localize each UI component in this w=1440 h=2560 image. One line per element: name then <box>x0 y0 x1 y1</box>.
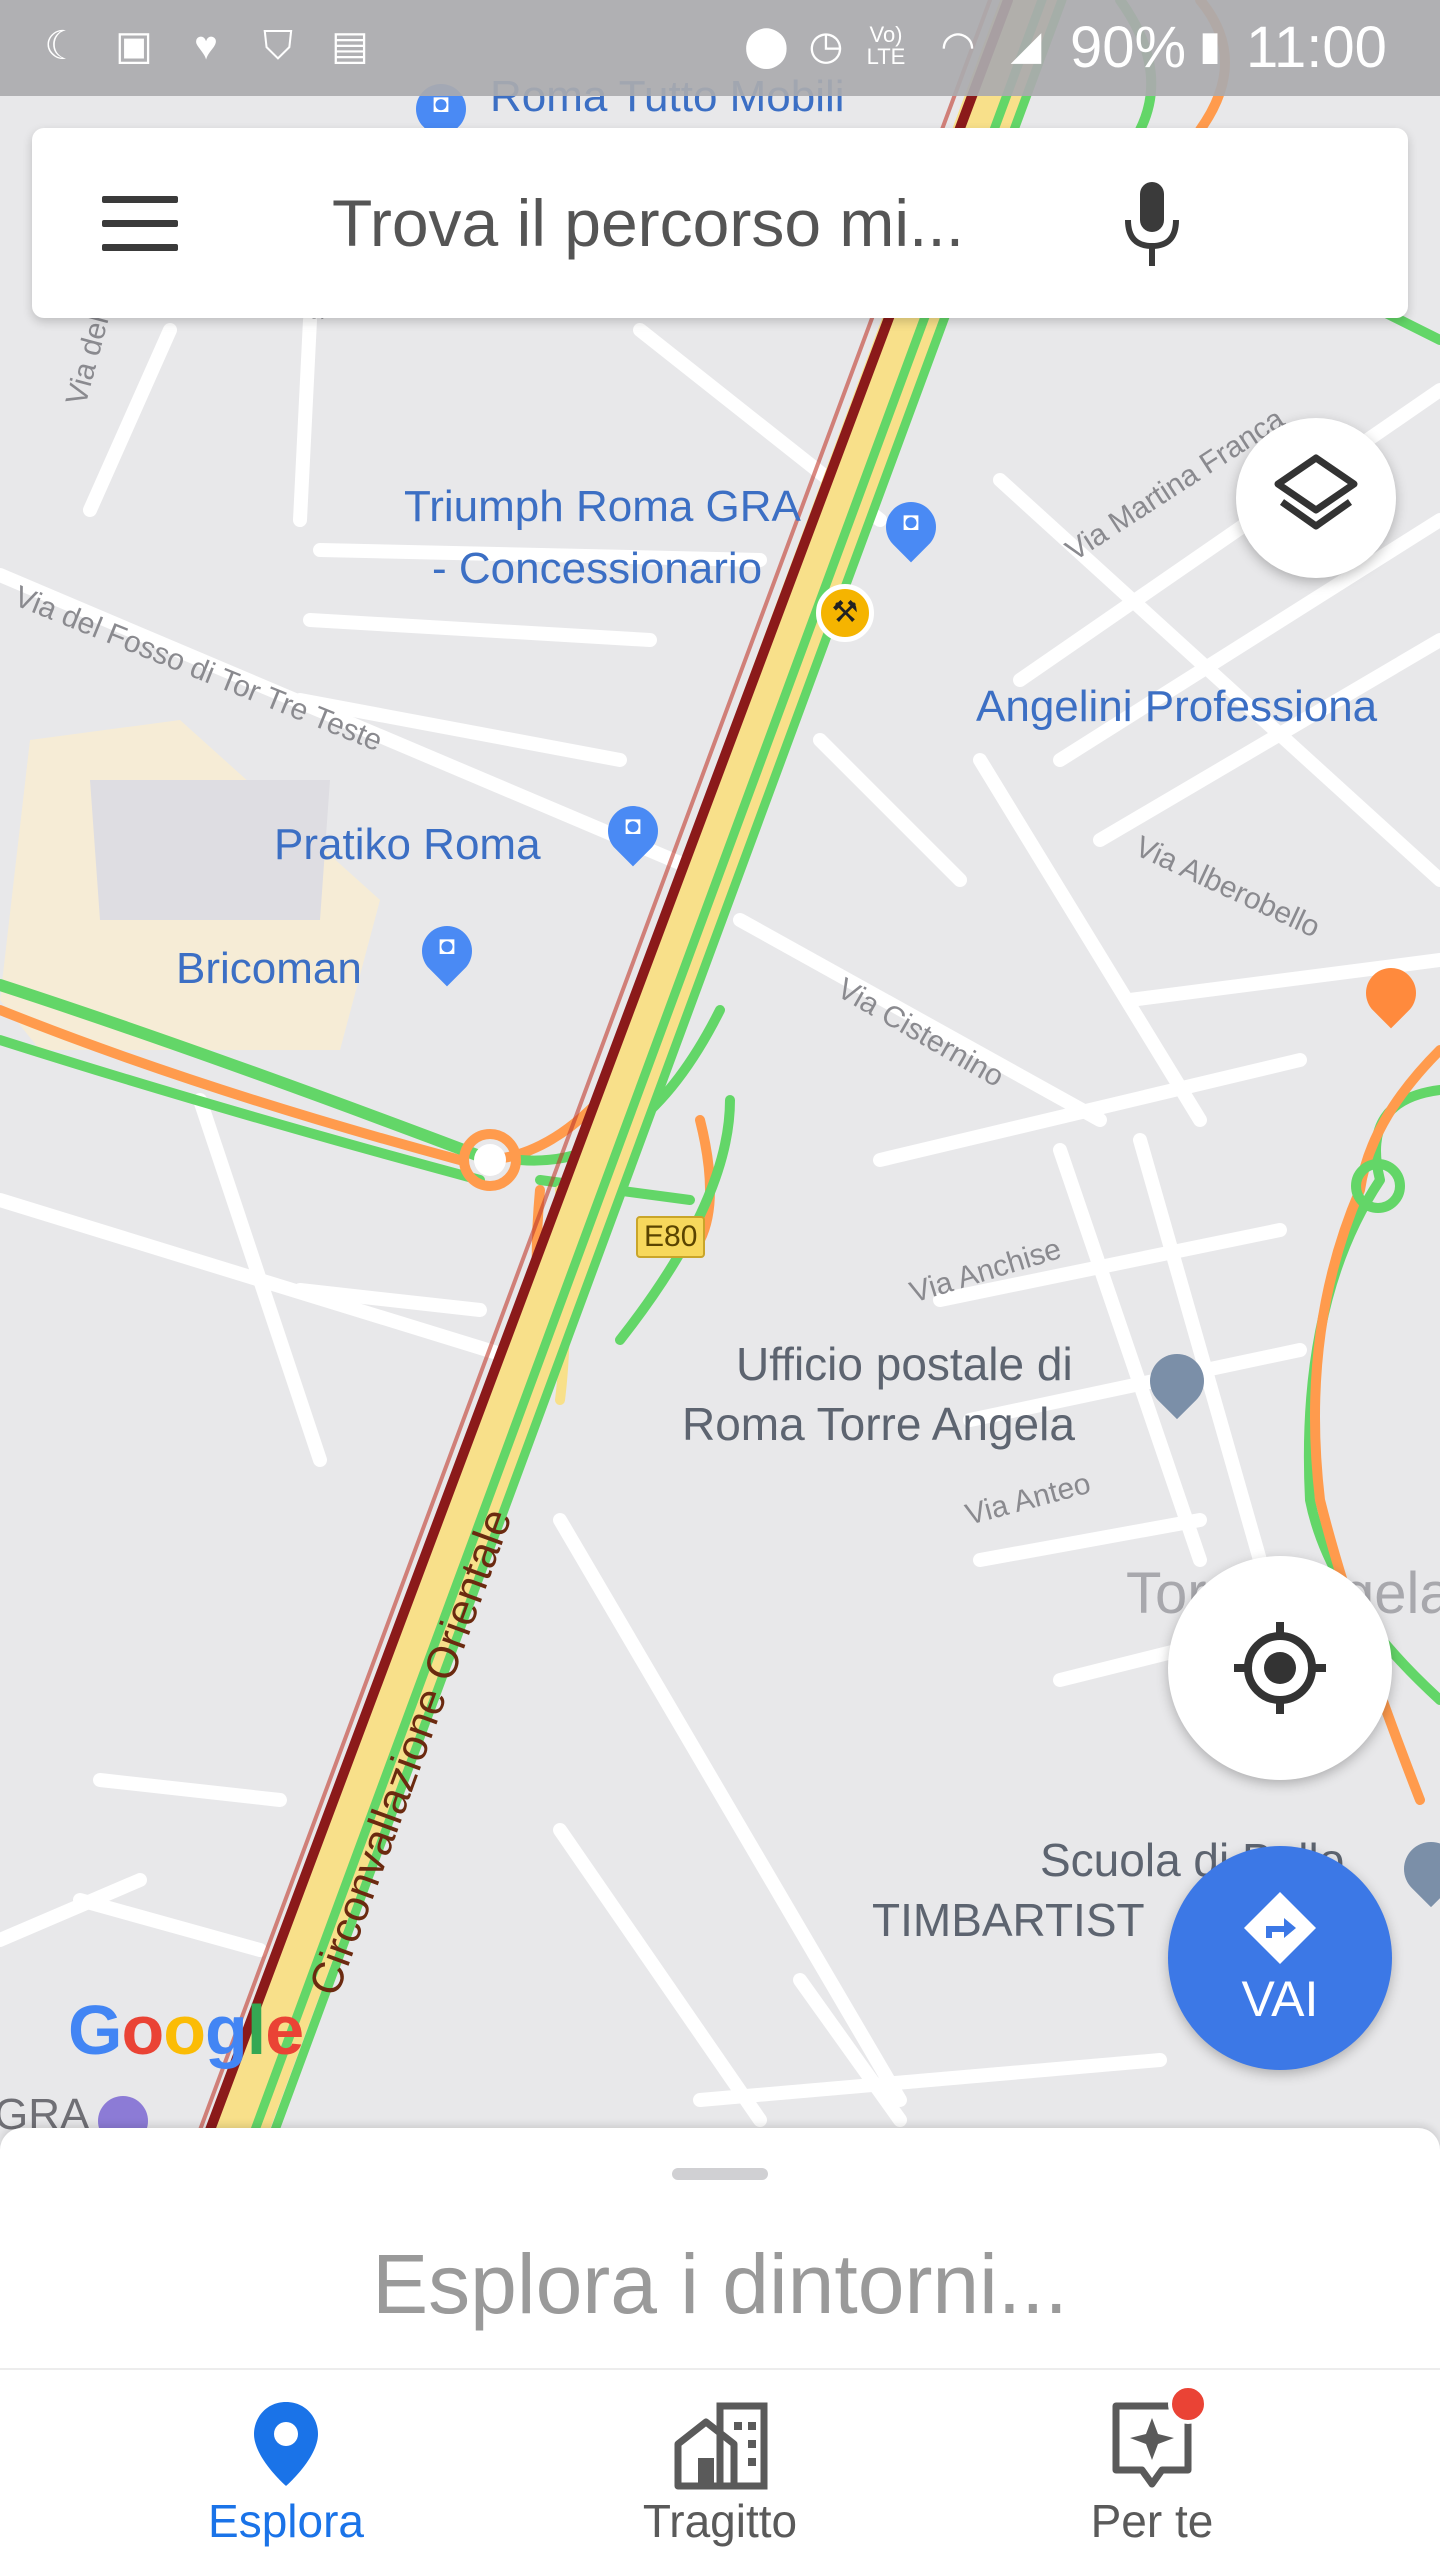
clipboard-icon: ▤ <box>331 24 369 68</box>
tab-commute-label: Tragitto <box>642 2495 798 2547</box>
poi-ufficio-line2[interactable]: Roma Torre Angela <box>682 1394 1075 1454</box>
my-location-button[interactable] <box>1168 1556 1392 1780</box>
location-icon: ⬤ <box>744 24 789 68</box>
volte-icon: Vo) LTE <box>866 22 906 69</box>
poi-bricoman[interactable]: Bricoman <box>176 944 362 994</box>
battery-percentage: 90% <box>1070 15 1187 80</box>
microphone-icon[interactable] <box>1122 182 1182 268</box>
layers-icon <box>1274 454 1358 530</box>
crosshair-location-icon <box>1234 1622 1326 1714</box>
explore-sheet[interactable]: Esplora i dintorni... <box>0 2128 1440 2368</box>
go-directions-button[interactable]: VAI <box>1168 1846 1392 2070</box>
status-bar: ☾ ▣ ♥ ⛉ ▤ ⬤ ◷ Vo) LTE ◠ ◢ 90% ▮ 11:00 <box>0 0 1440 96</box>
menu-icon[interactable] <box>102 196 178 252</box>
battery-icon: ▮ <box>1198 24 1221 68</box>
poi-ufficio-line1[interactable]: Ufficio postale di <box>736 1334 1073 1394</box>
google-logo: Google <box>68 1991 304 2069</box>
tab-for-you-label: Per te <box>1090 2495 1214 2547</box>
alarm-icon: ◷ <box>808 24 844 68</box>
tab-explore-label: Esplora <box>208 2495 364 2547</box>
search-bar[interactable] <box>32 128 1408 318</box>
layers-button[interactable] <box>1236 418 1396 578</box>
search-input[interactable] <box>332 180 1072 266</box>
shield-icon: ⛉ <box>263 24 293 68</box>
tab-explore[interactable]: Esplora <box>46 2370 526 2560</box>
poi-pratiko[interactable]: Pratiko Roma <box>274 820 541 870</box>
shopping-pin-icon[interactable]: ◘ <box>875 491 947 563</box>
go-label: VAI <box>1241 1971 1319 2027</box>
poi-angelini[interactable]: Angelini Professiona <box>976 682 1377 732</box>
notification-badge <box>1168 2384 1208 2424</box>
poi-triumph-line2[interactable]: - Concessionario <box>432 544 762 594</box>
sheet-handle[interactable] <box>672 2168 768 2180</box>
tab-for-you[interactable]: Per te <box>912 2370 1392 2560</box>
bottom-navigation: Esplora Tragitto Per te <box>0 2368 1440 2560</box>
poi-scuola-line2[interactable]: TIMBARTIST <box>872 1890 1145 1950</box>
image-icon: ▣ <box>115 24 153 68</box>
signal-icon: ◢ <box>1010 24 1042 68</box>
commute-building-icon <box>674 2402 768 2490</box>
directions-icon <box>1244 1892 1316 1964</box>
e80-shield: E80 <box>636 1216 706 1258</box>
tab-commute[interactable]: Tragitto <box>480 2370 960 2560</box>
poi-triumph-line1[interactable]: Triumph Roma GRA <box>404 482 801 532</box>
location-pin-icon <box>254 2402 318 2486</box>
moon-icon: ☾ <box>44 24 80 68</box>
explore-nearby-label[interactable]: Esplora i dintorni... <box>0 2236 1440 2333</box>
roadwork-icon[interactable]: ⚒ <box>816 584 874 642</box>
shopping-pin-icon[interactable]: ◘ <box>597 795 669 867</box>
twitter-icon: ♥ <box>194 24 218 68</box>
wifi-icon: ◠ <box>940 24 976 68</box>
clock: 11:00 <box>1246 15 1387 80</box>
shopping-pin-icon[interactable]: ◘ <box>411 915 483 987</box>
